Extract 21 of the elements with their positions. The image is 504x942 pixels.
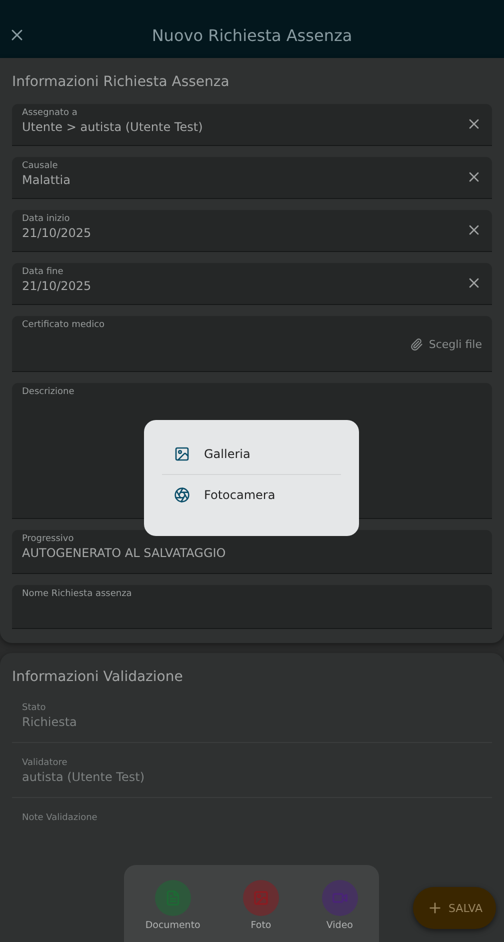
field-value: autista (Utente Test) (22, 770, 146, 784)
field-value: 21/10/2025 (22, 226, 92, 240)
field-value: Utente > autista (Utente Test) (22, 120, 204, 134)
field-label: Descrizione (22, 387, 76, 397)
field-label: Certificato medico (22, 320, 106, 330)
field-label: Nome Richiesta assenza (22, 589, 133, 599)
section-title: Informazioni Validazione (12, 669, 184, 685)
header-title: Nuovo Richiesta Assenza (150, 26, 354, 44)
field-label: Assegnato a (22, 108, 78, 118)
field-value: AUTOGENERATO AL SALVATAGGIO (22, 546, 227, 560)
field-label: Stato (22, 703, 47, 713)
field-value: 21/10/2025 (22, 279, 92, 293)
field-value: Malattia (22, 173, 72, 187)
field-value: Richiesta (22, 715, 78, 729)
field-label: Progressivo (22, 534, 75, 544)
field-label: Note Validazione (22, 813, 98, 823)
field-label: Causale (22, 161, 59, 171)
section-title: Informazioni Richiesta Assenza (12, 74, 230, 90)
field-label: Data fine (22, 267, 64, 277)
field-label: Validatore (22, 758, 68, 768)
field-label: Data inizio (22, 214, 71, 224)
